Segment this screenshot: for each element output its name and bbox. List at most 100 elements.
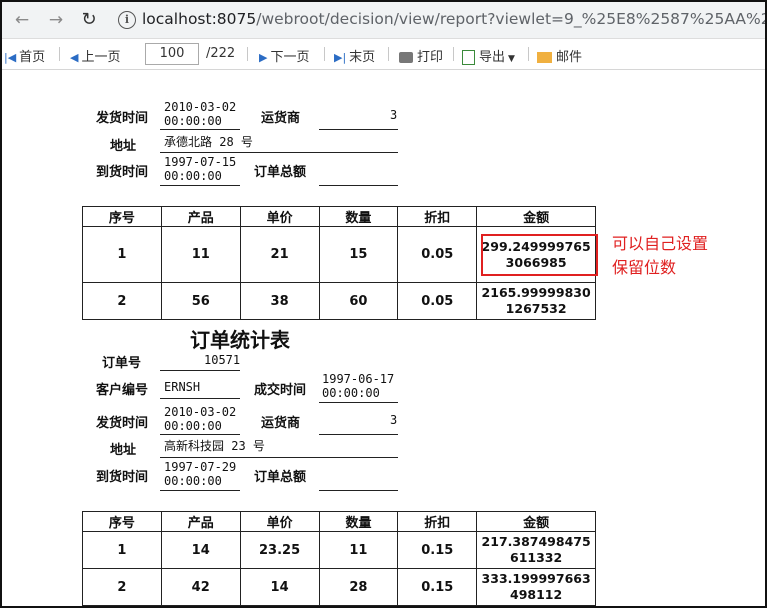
back-arrow-icon[interactable]: ← [12, 10, 32, 30]
discount-cell: 0.15 [397, 531, 478, 569]
address-bar[interactable]: localhost:8075/webroot/decision/view/rep… [142, 10, 767, 28]
order-no-value: 10571 [204, 353, 241, 367]
table-row: 2 56 38 60 0.05 2165.999998301267532 [82, 282, 596, 320]
header-cell: 产品 [160, 206, 241, 227]
amount-cell: 333.199997663498112 [476, 568, 596, 606]
report-toolbar: |◀ 首页 ◀ 上一页 100 /222 ▶ 下一页 ▶| 末页 打印 导出 ▼ 邮件 [2, 39, 765, 70]
total-pages: /222 [206, 46, 236, 61]
carrier-label: 运货商 [261, 416, 301, 431]
seq-cell: 2 [82, 568, 162, 606]
page-number-input[interactable]: 100 [145, 43, 199, 65]
order-detail-table: 序号 产品 单价 数量 折扣 金额 1 14 23.25 11 0.15 217… [82, 511, 596, 606]
header-cell: 折扣 [397, 511, 478, 532]
product-cell: 56 [160, 282, 241, 320]
reload-icon[interactable]: ↻ [79, 10, 99, 30]
ship-time-value: 2010-03-02 00:00:00 [164, 405, 237, 433]
product-cell: 42 [160, 568, 241, 606]
mail-icon [537, 52, 552, 63]
next-page-button[interactable]: ▶ 下一页 [259, 46, 309, 65]
prev-page-icon: ◀ [70, 51, 79, 64]
underline [160, 152, 398, 153]
header-cell: 金额 [476, 206, 596, 227]
last-page-button[interactable]: ▶| 末页 [334, 46, 375, 65]
arrival-time-value: 1997-07-29 00:00:00 [164, 460, 237, 488]
seq-cell: 1 [82, 531, 162, 569]
toolbar-divider [528, 47, 529, 61]
deal-time-value: 1997-06-17 00:00:00 [322, 372, 395, 400]
qty-cell: 60 [318, 282, 399, 320]
last-page-label: 末页 [349, 50, 376, 65]
carrier-value: 3 [390, 413, 398, 427]
arrival-time-value: 1997-07-15 00:00:00 [164, 155, 237, 183]
first-page-icon: |◀ [4, 51, 17, 64]
underline [160, 398, 240, 399]
underline [319, 185, 398, 186]
order-no-label: 订单号 [102, 356, 142, 371]
header-cell: 序号 [82, 511, 162, 532]
header-cell: 数量 [318, 206, 399, 227]
price-cell: 14 [239, 568, 320, 606]
report-title: 订单统计表 [190, 328, 290, 352]
customer-no-value: ERNSH [164, 380, 201, 394]
highlight-box [481, 234, 598, 276]
url-host: localhost:8075 [142, 10, 257, 28]
printer-icon [399, 52, 413, 63]
address-label: 地址 [110, 139, 137, 154]
underline [160, 457, 398, 458]
underline [319, 402, 398, 403]
order-total-label: 订单总额 [254, 470, 307, 485]
table-header-row: 序号 产品 单价 数量 折扣 金额 [82, 206, 596, 227]
browser-window: ← → ↻ i localhost:8075/webroot/decision/… [0, 0, 767, 608]
discount-cell: 0.05 [397, 226, 478, 283]
underline [319, 490, 398, 491]
ship-time-value: 2010-03-02 00:00:00 [164, 100, 237, 128]
ship-time-label: 发货时间 [96, 111, 149, 126]
url-path: /webroot/decision/view/report?viewlet=9_… [256, 10, 767, 28]
browser-toolbar: ← → ↻ i localhost:8075/webroot/decision/… [2, 2, 765, 39]
qty-cell: 28 [318, 568, 399, 606]
next-page-icon: ▶ [259, 51, 268, 64]
header-cell: 数量 [318, 511, 399, 532]
toolbar-divider [59, 47, 60, 61]
customer-no-label: 客户编号 [96, 383, 149, 398]
export-label: 导出 [479, 50, 506, 65]
underline [319, 129, 398, 130]
export-button[interactable]: 导出 ▼ [462, 46, 515, 65]
toolbar-divider [453, 47, 454, 61]
discount-cell: 0.15 [397, 568, 478, 606]
prev-page-button[interactable]: ◀ 上一页 [70, 46, 120, 65]
arrival-time-label: 到货时间 [96, 165, 149, 180]
print-label: 打印 [417, 50, 444, 65]
first-page-label: 首页 [19, 50, 46, 65]
annotation-text: 可以自己设置 保留位数 [612, 234, 709, 277]
first-page-button[interactable]: |◀ 首页 [4, 46, 45, 65]
site-info-icon[interactable]: i [118, 11, 136, 29]
header-cell: 产品 [160, 511, 241, 532]
discount-cell: 0.05 [397, 282, 478, 320]
carrier-label: 运货商 [261, 111, 301, 126]
address-label: 地址 [110, 443, 137, 458]
ship-time-label: 发货时间 [96, 416, 149, 431]
mail-button[interactable]: 邮件 [537, 46, 582, 65]
seq-cell: 2 [82, 282, 162, 320]
product-cell: 11 [160, 226, 241, 283]
arrival-time-label: 到货时间 [96, 470, 149, 485]
order-total-label: 订单总额 [254, 165, 307, 180]
price-cell: 38 [239, 282, 320, 320]
underline [160, 490, 240, 491]
toolbar-divider [247, 47, 248, 61]
underline [160, 129, 240, 130]
export-icon [462, 50, 475, 65]
header-cell: 金额 [476, 511, 596, 532]
deal-time-label: 成交时间 [254, 383, 307, 398]
underline [319, 434, 398, 435]
toolbar-divider [388, 47, 389, 61]
chevron-down-icon: ▼ [508, 54, 515, 64]
qty-cell: 15 [318, 226, 399, 283]
underline [160, 434, 240, 435]
forward-arrow-icon[interactable]: → [46, 10, 66, 30]
mail-label: 邮件 [556, 50, 583, 65]
underline [160, 370, 240, 371]
header-cell: 单价 [239, 206, 320, 227]
print-button[interactable]: 打印 [399, 46, 443, 65]
